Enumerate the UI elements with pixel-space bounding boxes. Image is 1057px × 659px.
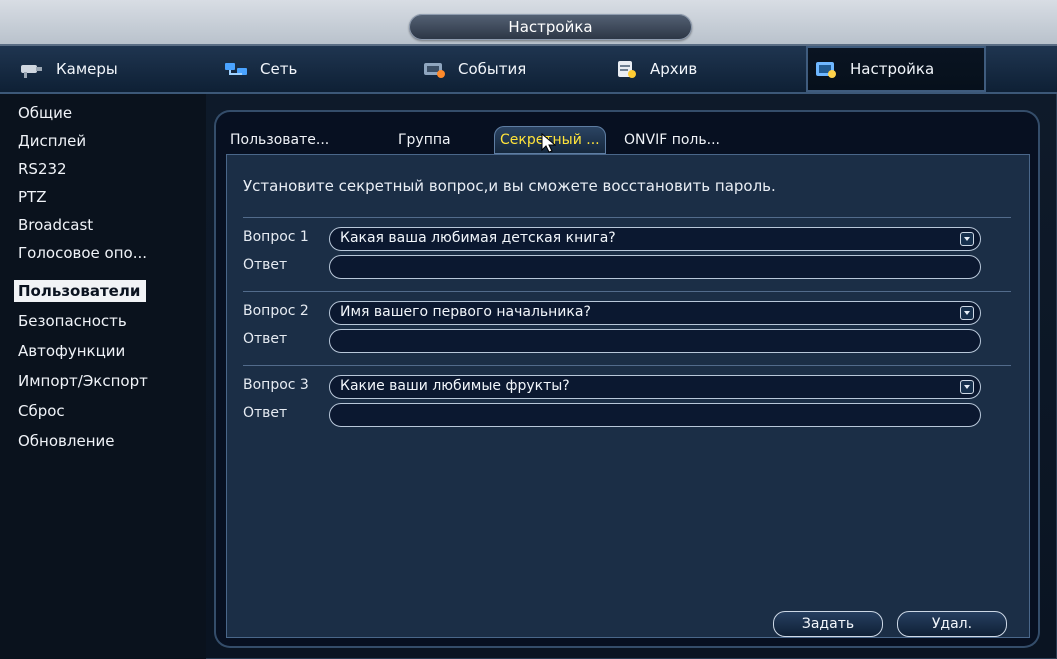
divider [243,217,1011,218]
sidebar-item-reset[interactable]: Сброс [18,400,65,422]
title-bar: Настройка [0,0,1057,46]
secret-question-content: Установите секретный вопрос,и вы сможете… [226,154,1030,638]
tab-events[interactable]: События [420,46,580,92]
delete-button[interactable]: Удал. [897,611,1007,637]
question-2-select[interactable]: Имя вашего первого начальника? [329,301,981,325]
answer-2-label: Ответ [243,331,288,347]
dropdown-arrow-icon [960,380,974,394]
set-button[interactable]: Задать [773,611,883,637]
main-window: Настройка Камеры Сеть События Архив Наст… [0,0,1057,659]
question-1-label: Вопрос 1 [243,229,309,245]
sidebar: Общие Дисплей RS232 PTZ Broadcast Голосо… [0,94,206,659]
top-navigation: Камеры Сеть События Архив Настройка [0,46,1057,94]
answer-1-input[interactable] [329,255,981,279]
sidebar-item-general[interactable]: Общие [18,102,72,124]
sidebar-item-users[interactable]: Пользователи [14,280,147,302]
settings-panel: Пользовате... Группа Секретный ... ONVIF… [214,110,1040,648]
answer-3-input[interactable] [329,403,981,427]
sidebar-item-import-export[interactable]: Импорт/Экспорт [18,370,148,392]
subtab-group[interactable]: Группа [398,126,451,154]
question-3-select[interactable]: Какие ваши любимые фрукты? [329,375,981,399]
subtab-users[interactable]: Пользовате... [230,126,329,154]
question-2-label: Вопрос 2 [243,303,309,319]
answer-2-input[interactable] [329,329,981,353]
network-icon [222,58,250,80]
question-3-label: Вопрос 3 [243,377,309,393]
sidebar-item-ptz[interactable]: PTZ [18,186,46,208]
sidebar-item-auto-functions[interactable]: Автофункции [18,340,125,362]
sidebar-item-rs232[interactable]: RS232 [18,158,67,180]
dropdown-arrow-icon [960,232,974,246]
tab-archive[interactable]: Архив [612,46,772,92]
question-1-select[interactable]: Какая ваша любимая детская книга? [329,227,981,251]
sidebar-item-display[interactable]: Дисплей [18,130,86,152]
answer-3-label: Ответ [243,405,288,421]
tab-cameras[interactable]: Камеры [18,46,198,92]
sidebar-item-voice[interactable]: Голосовое опо... [18,242,147,264]
camera-icon [18,58,46,80]
answer-1-label: Ответ [243,257,288,273]
sidebar-item-broadcast[interactable]: Broadcast [18,214,93,236]
mouse-cursor-icon [540,132,558,154]
subtab-onvif-users[interactable]: ONVIF поль... [624,126,720,154]
sidebar-item-update[interactable]: Обновление [18,430,114,452]
sidebar-item-security[interactable]: Безопасность [18,310,127,332]
question-1-value: Какая ваша любимая детская книга? [340,230,616,246]
divider [243,365,1011,366]
events-icon [420,58,448,80]
question-2-value: Имя вашего первого начальника? [340,304,591,320]
window-title: Настройка [409,14,692,40]
divider [243,291,1011,292]
dropdown-arrow-icon [960,306,974,320]
archive-icon [612,58,640,80]
settings-icon [812,58,840,80]
tab-settings[interactable]: Настройка [806,46,986,92]
question-3-value: Какие ваши любимые фрукты? [340,378,570,394]
tab-network[interactable]: Сеть [222,46,392,92]
hint-text: Установите секретный вопрос,и вы сможете… [243,177,776,195]
